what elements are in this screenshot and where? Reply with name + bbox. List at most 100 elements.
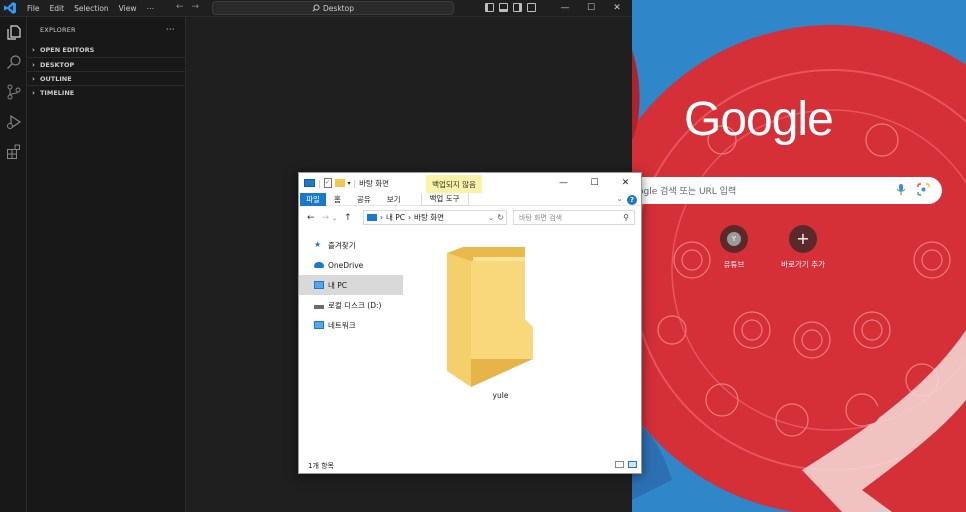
section-outline[interactable]: › OUTLINE — [27, 71, 185, 85]
google-lens-icon[interactable] — [917, 183, 930, 196]
help-icon[interactable]: ? — [627, 195, 637, 205]
tab-home[interactable]: 홈 — [326, 193, 349, 206]
file-list: yule — [403, 229, 641, 457]
breadcrumb-this-pc[interactable]: 내 PC — [386, 212, 405, 223]
breadcrumb-desktop[interactable]: 바탕 화면 — [414, 212, 444, 223]
navigation-pane: ★ 즐겨찾기 OneDrive 내 PC 로컬 디스크 (D:) 네트워크 — [299, 235, 403, 457]
vscode-menu: File Edit Selection View ⋯ — [22, 4, 159, 13]
source-control-icon[interactable] — [0, 77, 27, 107]
search-icon[interactable] — [0, 47, 27, 77]
large-icons-view-icon[interactable] — [628, 461, 637, 468]
address-bar[interactable]: › 내 PC › 바탕 화면 ⌄ ↻ — [363, 210, 507, 225]
run-debug-icon[interactable] — [0, 107, 27, 137]
shortcut-add-tile: + — [789, 225, 817, 253]
menu-edit[interactable]: Edit — [45, 4, 70, 13]
forward-arrow-icon[interactable]: → — [322, 213, 330, 223]
menu-selection[interactable]: Selection — [69, 4, 114, 13]
shortcut-youtube-tile: Y — [720, 225, 748, 253]
details-view-icon[interactable] — [615, 461, 624, 468]
nav-network[interactable]: 네트워크 — [299, 315, 403, 335]
chevron-down-icon[interactable]: ⌄ — [488, 214, 494, 222]
tab-file[interactable]: 파일 — [300, 192, 326, 206]
tab-view[interactable]: 보기 — [379, 193, 409, 206]
separator: | — [318, 178, 321, 188]
menu-view[interactable]: View — [114, 4, 142, 13]
extensions-icon[interactable] — [0, 137, 27, 167]
vscode-logo-icon — [0, 0, 20, 17]
menu-more[interactable]: ⋯ — [141, 4, 159, 13]
shortcut-label: 바로가기 추가 — [781, 260, 825, 269]
toggle-sidebar-icon[interactable] — [485, 3, 494, 12]
customize-layout-icon[interactable] — [527, 3, 536, 12]
vscode-nav-arrows: ← → — [176, 2, 199, 12]
back-arrow-icon[interactable]: ← — [176, 2, 184, 12]
folder-name: yule — [492, 391, 509, 400]
breadcrumb-separator: › — [408, 213, 412, 222]
nav-quick-access[interactable]: ★ 즐겨찾기 — [299, 235, 403, 255]
google-search-box[interactable]: ogle 검색 또는 URL 입력 — [632, 177, 942, 204]
section-desktop[interactable]: › DESKTOP — [27, 57, 185, 71]
section-open-editors[interactable]: › OPEN EDITORS — [27, 43, 185, 57]
forward-arrow-icon[interactable]: → — [192, 2, 200, 12]
shortcut-youtube[interactable]: Y 유튜브 — [704, 225, 764, 270]
explorer-app-icon — [304, 179, 315, 187]
menu-file[interactable]: File — [22, 4, 45, 13]
window-title: 바탕 화면 — [359, 178, 390, 188]
youtube-icon: Y — [727, 232, 741, 246]
vscode-titlebar: File Edit Selection View ⋯ ← → Desktop —… — [0, 0, 632, 17]
nav-local-disk-d[interactable]: 로컬 디스크 (D:) — [299, 295, 403, 315]
expand-ribbon-icon[interactable]: ⌄ — [616, 194, 623, 203]
search-icon — [312, 4, 320, 12]
customize-qat-icon[interactable]: ▾ — [348, 180, 351, 187]
minimize-button[interactable]: — — [548, 173, 579, 193]
view-toggles — [615, 461, 637, 468]
toggle-panel-icon[interactable] — [499, 3, 508, 12]
breadcrumb-separator: › — [380, 213, 383, 222]
microphone-icon[interactable] — [897, 184, 905, 196]
explorer-more-button[interactable]: ⋯ — [166, 25, 175, 35]
section-label: OUTLINE — [40, 74, 72, 83]
chevron-right-icon: › — [32, 88, 35, 97]
chevron-right-icon: › — [32, 46, 35, 54]
properties-icon[interactable]: ✓ — [323, 178, 332, 188]
maximize-button[interactable]: ☐ — [579, 173, 610, 193]
new-folder-icon[interactable] — [334, 179, 345, 187]
back-arrow-icon[interactable]: ← — [307, 213, 315, 223]
star-icon: ★ — [314, 240, 322, 249]
separator: | — [353, 178, 357, 188]
shortcut-add[interactable]: + 바로가기 추가 — [773, 225, 833, 270]
activity-bar — [0, 17, 27, 512]
nav-buttons: ← → ⌄ ↑ — [307, 213, 352, 223]
tab-backup-tools[interactable]: 백업 도구 — [420, 192, 469, 206]
explorer-window-controls: — ☐ ✕ — [548, 173, 641, 193]
chevron-right-icon: › — [32, 60, 35, 69]
recent-locations-icon[interactable]: ⌄ — [332, 215, 337, 222]
close-button[interactable]: ✕ — [604, 0, 630, 16]
toggle-secondary-sidebar-icon[interactable] — [513, 3, 522, 12]
folder-item-yule[interactable]: yule — [403, 229, 598, 409]
item-count: 1개 항목 — [308, 462, 334, 470]
layout-controls — [485, 3, 536, 12]
search-placeholder: ogle 검색 또는 URL 입력 — [638, 187, 737, 197]
address-row: ← → ⌄ ↑ › 내 PC › 바탕 화면 ⌄ ↻ 바탕 화면 검색 ⚲ — [299, 209, 641, 227]
explorer-files-icon[interactable] — [0, 17, 27, 47]
monitor-icon — [367, 214, 377, 221]
section-timeline[interactable]: › TIMELINE — [27, 85, 185, 99]
minimize-button[interactable]: — — [552, 0, 578, 16]
up-arrow-icon[interactable]: ↑ — [344, 213, 352, 223]
command-center-search[interactable]: Desktop — [212, 1, 454, 15]
search-icon: ⚲ — [623, 213, 629, 222]
ribbon-tabs: 파일 홈 공유 보기 백업 도구 — [299, 192, 641, 206]
close-button[interactable]: ✕ — [610, 173, 641, 193]
nav-label: 네트워크 — [328, 320, 356, 330]
nav-onedrive[interactable]: OneDrive — [299, 255, 403, 275]
google-logo: Google — [684, 93, 834, 146]
search-placeholder: 바탕 화면 검색 — [519, 213, 563, 222]
tab-share[interactable]: 공유 — [349, 193, 379, 206]
maximize-button[interactable]: ☐ — [578, 0, 604, 16]
nav-label: 로컬 디스크 (D:) — [328, 300, 382, 310]
explorer-search-box[interactable]: 바탕 화면 검색 ⚲ — [513, 210, 635, 225]
section-label: OPEN EDITORS — [40, 46, 95, 54]
nav-this-pc[interactable]: 내 PC — [299, 275, 403, 295]
refresh-icon[interactable]: ↻ — [497, 213, 504, 222]
